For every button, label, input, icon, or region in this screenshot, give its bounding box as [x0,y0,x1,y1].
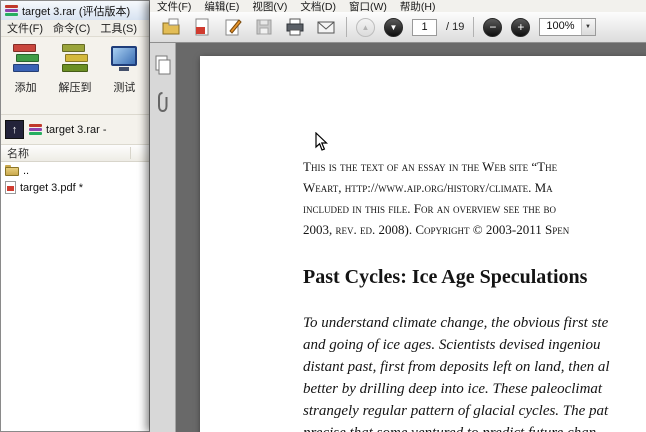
mouse-cursor [315,132,328,151]
zoom-out-button[interactable]: − [483,17,503,37]
test-button-label: 测试 [113,82,136,94]
winrar-menu-bar: 文件(F) 命令(C) 工具(S) [1,20,149,37]
winrar-title-bar[interactable]: target 3.rar (评估版本) [1,1,149,20]
winrar-menu-tools[interactable]: 工具(S) [100,20,137,36]
zoom-in-button[interactable]: + [511,17,531,37]
toolbar-separator [473,17,475,37]
pdf-file-icon [5,181,16,194]
file-list-header[interactable]: 名称 [1,145,149,162]
previous-page-button[interactable]: ▲ [356,17,375,37]
winrar-app-icon [5,4,18,17]
print-icon[interactable] [284,16,306,38]
body-line: and going of ice ages. Scientists devise… [303,337,601,353]
list-item-pdf-file[interactable]: target 3.pdf * [1,179,149,196]
pdf-page[interactable]: This is the text of an essay in the Web … [200,56,646,432]
previous-page-icon: ▲ [361,22,370,32]
winrar-menu-file[interactable]: 文件(F) [7,20,43,36]
zoom-level-select[interactable]: 100% ▼ [539,18,596,36]
add-button[interactable]: 添加 [3,42,48,114]
archive-path-text: target 3.rar - [46,123,107,136]
intro-line: Weart, http://www.aip.org/history/climat… [303,180,553,195]
up-directory-button[interactable]: ↑ [5,120,24,139]
pdf-viewer-window: 文件(F) 编辑(E) 视图(V) 文档(D) 窗口(W) 帮助(H) ▲ ▼ … [150,0,646,432]
zoom-level-value: 100% [546,20,575,32]
name-column-header: 名称 [7,148,29,160]
page-number-input[interactable]: 1 [412,18,437,36]
pdf-menu-document[interactable]: 文档(D) [300,0,336,13]
document-intro-paragraph: This is the text of an essay in the Web … [303,156,646,240]
pdf-navigation-panel [150,43,176,432]
intro-line: 2003, rev. ed. 2008). Copyright © 2003-2… [303,222,570,237]
list-item-label: target 3.pdf * [20,181,83,194]
chevron-down-icon: ▼ [585,24,591,30]
extract-to-button[interactable]: 解压到 [52,42,97,114]
body-line: better by drilling deep into ice. These … [303,381,603,397]
extract-to-button-label: 解压到 [58,82,92,94]
pdf-create-icon[interactable] [191,16,213,38]
next-page-icon: ▼ [389,22,398,32]
pdf-menu-edit[interactable]: 编辑(E) [204,0,239,13]
winrar-menu-commands[interactable]: 命令(C) [53,20,90,36]
zoom-dropdown-button[interactable]: ▼ [580,19,595,35]
archive-path-combo[interactable]: target 3.rar - [29,123,107,136]
pdf-menu-window[interactable]: 窗口(W) [349,0,387,13]
list-item-label: .. [23,164,30,177]
extract-books-icon [59,42,91,76]
rar-archive-icon [29,123,42,136]
pages-panel-icon[interactable] [154,55,172,75]
intro-line: This is the text of an essay in the Web … [303,159,558,174]
next-page-button[interactable]: ▼ [384,17,403,37]
document-background[interactable]: This is the text of an essay in the Web … [176,43,646,432]
winrar-address-bar: ↑ target 3.rar - [1,115,149,145]
test-monitor-icon [108,42,140,76]
open-file-icon[interactable] [160,16,182,38]
zoom-in-icon: + [517,20,525,34]
edit-annotate-icon[interactable] [222,16,244,38]
attachments-paperclip-icon[interactable] [156,91,169,113]
pdf-menu-bar: 文件(F) 编辑(E) 视图(V) 文档(D) 窗口(W) 帮助(H) [150,0,646,12]
toolbar-separator [346,17,347,37]
pdf-menu-help[interactable]: 帮助(H) [400,0,436,13]
winrar-window: target 3.rar (评估版本) 文件(F) 命令(C) 工具(S) 添加… [0,0,150,432]
page-count-label: / 19 [446,21,465,33]
add-books-icon [10,42,42,76]
pdf-content-area: This is the text of an essay in the Web … [150,43,646,432]
body-line: To understand climate change, the obviou… [303,315,609,331]
winrar-toolbar: 添加 解压到 测试 [1,37,149,115]
pdf-menu-file[interactable]: 文件(F) [157,0,191,13]
list-item-parent-dir[interactable]: .. [1,162,149,179]
document-heading: Past Cycles: Ice Age Speculations [303,266,588,288]
body-line: strangely regular pattern of glacial cyc… [303,403,609,419]
save-icon[interactable] [253,16,275,38]
pdf-menu-view[interactable]: 视图(V) [252,0,287,13]
file-list: .. target 3.pdf * [1,162,149,196]
add-button-label: 添加 [14,82,37,94]
test-button[interactable]: 测试 [102,42,147,114]
page-text-block: This is the text of an essay in the Web … [303,156,646,432]
document-body-paragraph: To understand climate change, the obviou… [303,312,646,432]
pdf-toolbar: ▲ ▼ 1 / 19 − + 100% ▼ [150,12,646,43]
folder-up-icon [5,165,19,176]
body-line: precise that some ventured to predict fu… [303,422,646,432]
zoom-out-icon: − [489,20,497,34]
intro-line: included in this file. For an overview s… [303,201,556,216]
up-arrow-icon: ↑ [11,123,18,136]
winrar-window-title: target 3.rar (评估版本) [22,5,131,18]
body-line: distant past, first from deposits left o… [303,359,610,375]
email-icon[interactable] [315,16,337,38]
